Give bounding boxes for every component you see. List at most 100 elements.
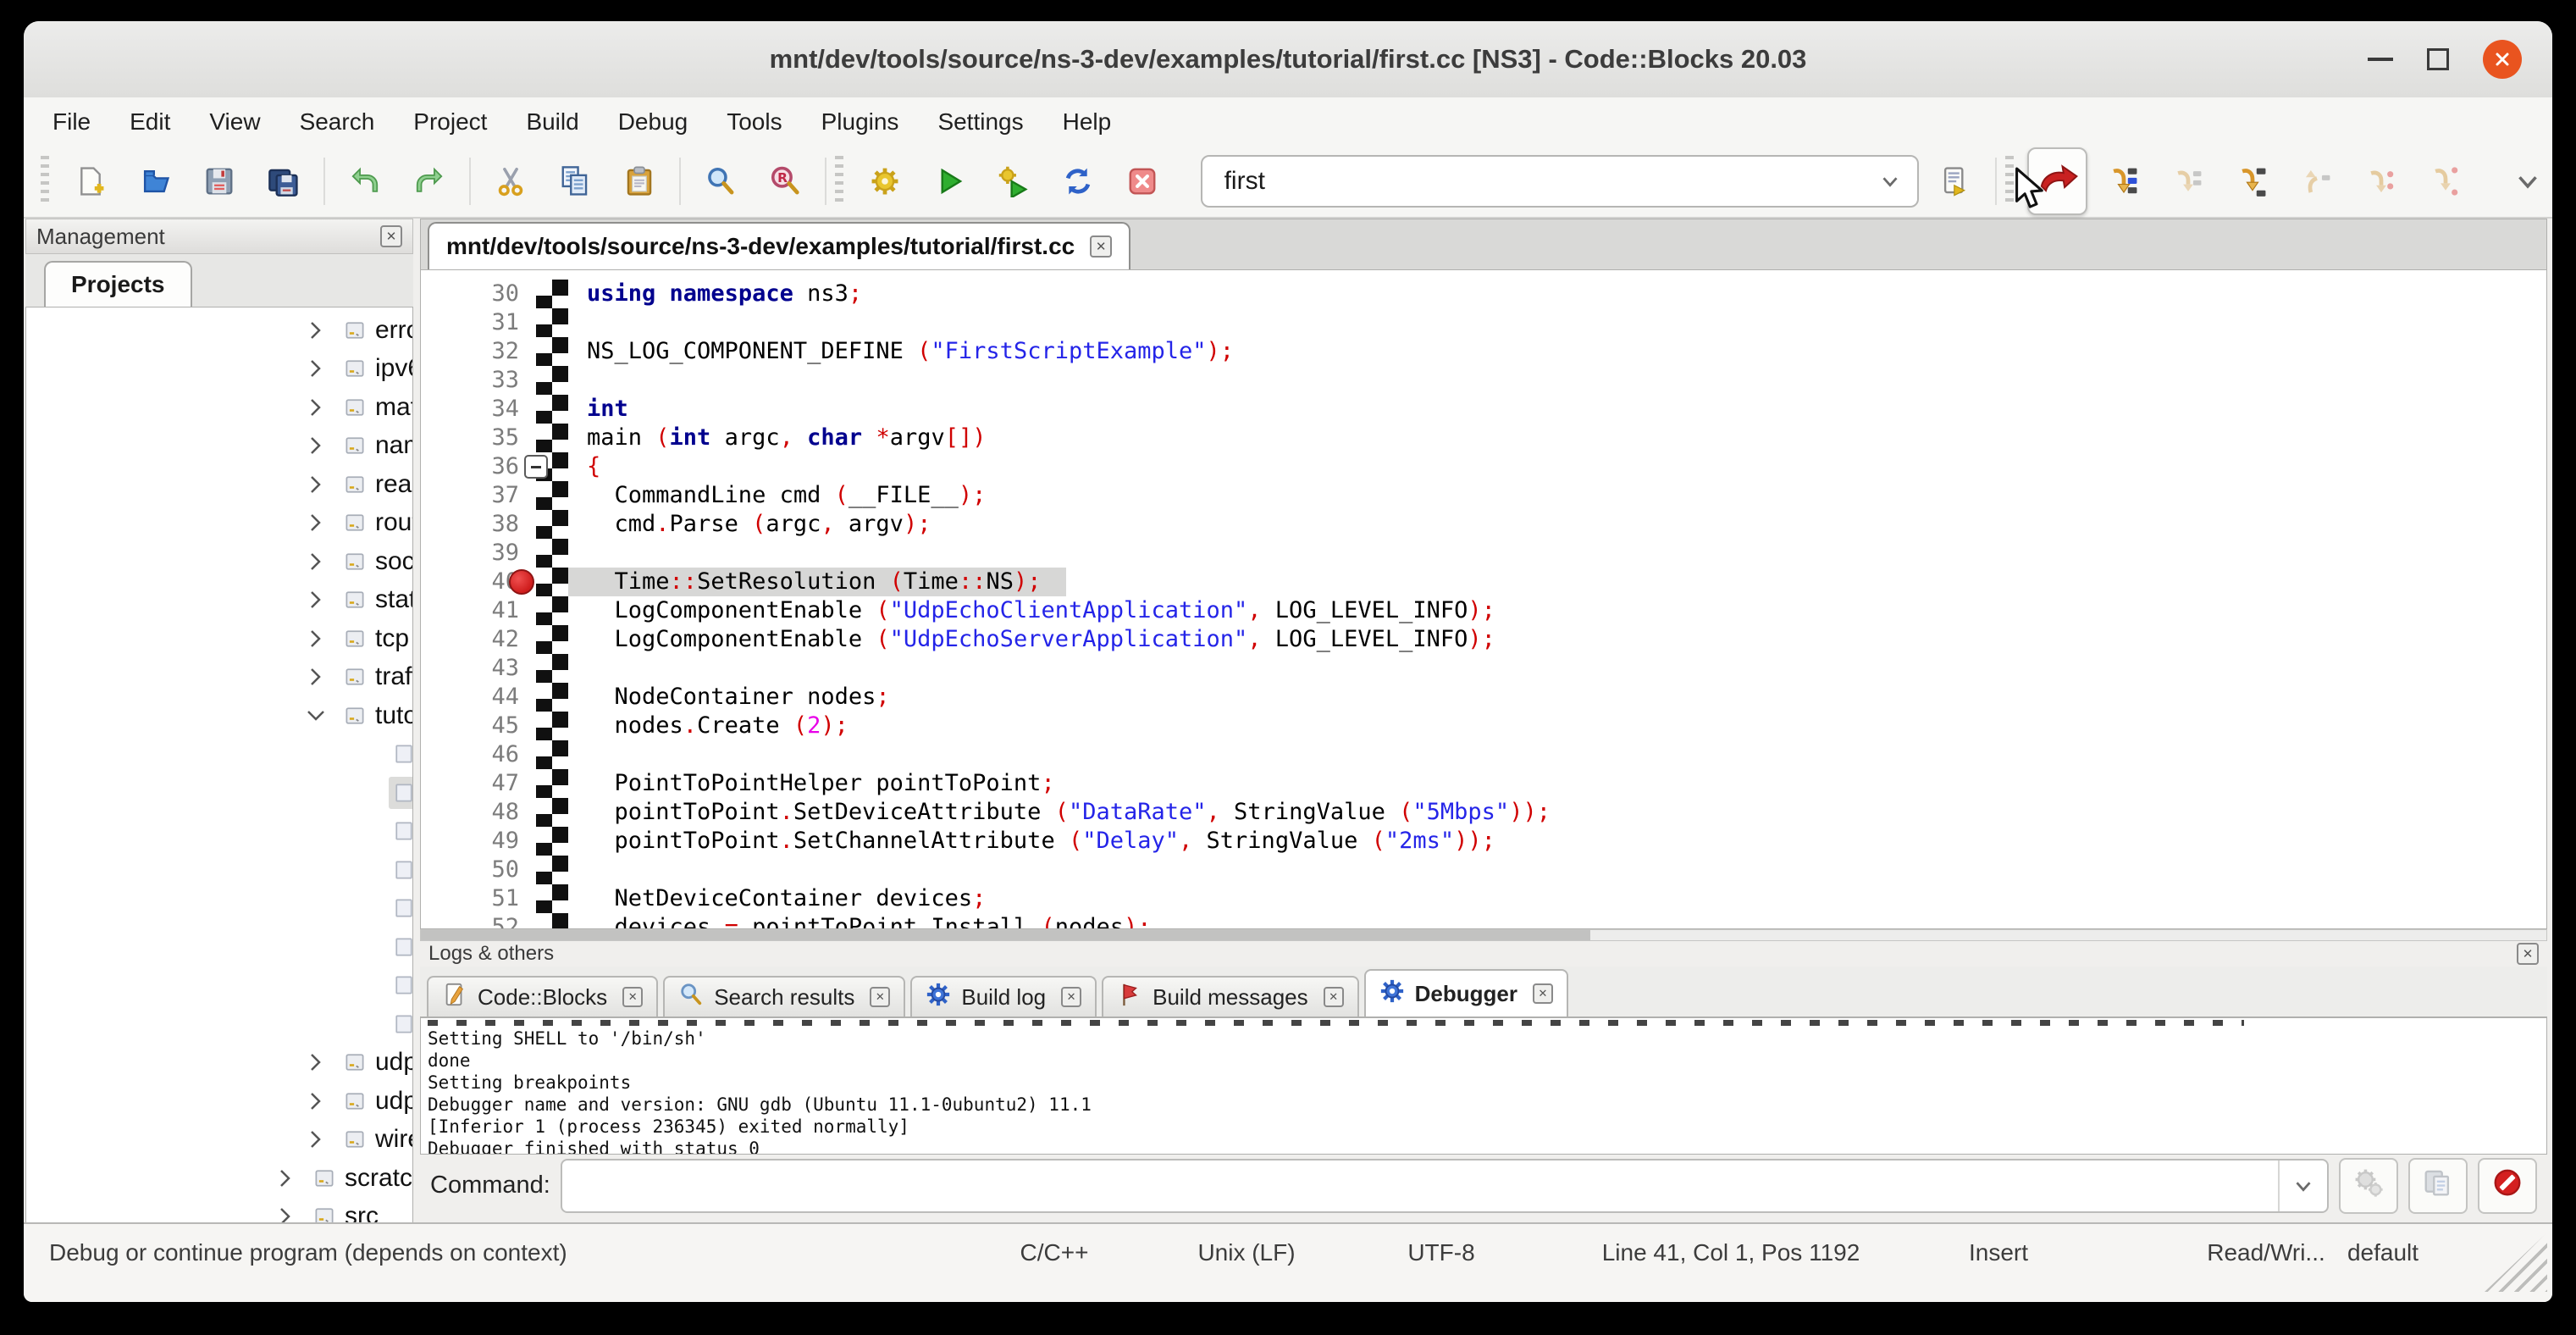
tree-item-mat[interactable]: mat (26, 388, 412, 427)
toolbar-overflow-chevron[interactable] (2504, 157, 2552, 206)
title-bar[interactable]: mnt/dev/tools/source/ns-3-dev/examples/t… (24, 21, 2552, 99)
chevron-right-icon[interactable] (304, 665, 328, 689)
chevron-right-icon[interactable] (304, 511, 328, 535)
chevron-right-icon[interactable] (304, 434, 328, 457)
tab-projects[interactable]: Projects (44, 261, 192, 307)
abort-icon[interactable] (1118, 157, 1167, 206)
close-button[interactable] (2483, 40, 2522, 79)
menu-search[interactable]: Search (300, 108, 375, 136)
chevron-right-icon[interactable] (304, 627, 328, 651)
tree-item-se[interactable]: se (26, 928, 412, 967)
tree-item-fir[interactable]: fir (26, 773, 412, 812)
menu-build[interactable]: Build (526, 108, 578, 136)
close-logs-icon[interactable]: ✕ (2517, 943, 2539, 965)
line-number[interactable]: 31 (421, 308, 536, 337)
chevron-down-icon[interactable] (1863, 169, 1917, 194)
menu-project[interactable]: Project (413, 108, 487, 136)
run-icon[interactable] (925, 157, 974, 206)
next-instruction-icon[interactable] (2357, 157, 2406, 206)
line-number[interactable]: 50 (421, 856, 536, 884)
tree-item-rout[interactable]: rout (26, 504, 412, 543)
fold-margin[interactable] (536, 827, 568, 856)
line-number[interactable]: 35 (421, 424, 536, 452)
redo-icon[interactable] (405, 157, 454, 206)
fold-margin[interactable] (536, 596, 568, 625)
close-tab-icon[interactable]: ✕ (870, 987, 890, 1007)
chevron-right-icon[interactable] (304, 550, 328, 573)
line-number[interactable]: 48 (421, 798, 536, 827)
project-tree[interactable]: erroipv6matnamreallroutsockstattcptrafft… (25, 307, 413, 1224)
fold-margin[interactable] (536, 740, 568, 769)
line-number[interactable]: 46 (421, 740, 536, 769)
tree-item-stat[interactable]: stat (26, 581, 412, 620)
menu-plugins[interactable]: Plugins (821, 108, 899, 136)
step-into-instruction-icon[interactable] (2421, 157, 2470, 206)
fold-margin[interactable] (536, 510, 568, 539)
chevron-right-icon[interactable] (304, 357, 328, 380)
save-all-icon[interactable] (259, 157, 308, 206)
menu-settings[interactable]: Settings (937, 108, 1023, 136)
fold-margin[interactable] (536, 798, 568, 827)
line-number[interactable]: 38 (421, 510, 536, 539)
copy-icon[interactable] (550, 157, 600, 206)
fold-margin[interactable] (536, 712, 568, 740)
chevron-right-icon[interactable] (274, 1205, 297, 1224)
chevron-right-icon[interactable] (304, 396, 328, 419)
line-number[interactable]: 47 (421, 769, 536, 798)
fold-margin[interactable] (536, 539, 568, 568)
fold-margin[interactable] (536, 683, 568, 712)
fold-margin[interactable] (536, 280, 568, 308)
chevron-right-icon[interactable] (304, 473, 328, 496)
line-number[interactable]: 33 (421, 366, 536, 395)
line-number[interactable]: 30 (421, 280, 536, 308)
save-icon[interactable] (195, 157, 244, 206)
open-file-icon[interactable] (130, 157, 180, 206)
logs-tab-build-messages[interactable]: Build messages✕ (1102, 976, 1359, 1016)
tree-item-fif[interactable]: fif (26, 735, 412, 774)
select-target-icon[interactable] (1931, 157, 1980, 206)
fold-margin[interactable] (536, 913, 568, 929)
close-tab-icon[interactable]: ✕ (1324, 987, 1344, 1007)
fold-margin[interactable] (536, 452, 568, 481)
tree-item-traff[interactable]: traff (26, 658, 412, 697)
cut-icon[interactable] (486, 157, 535, 206)
fold-margin[interactable] (536, 337, 568, 366)
menu-view[interactable]: View (209, 108, 260, 136)
find-icon[interactable] (696, 157, 745, 206)
find-in-files-icon[interactable]: R (760, 157, 810, 206)
tree-item-tcp[interactable]: tcp (26, 619, 412, 658)
fold-margin[interactable] (536, 884, 568, 913)
line-number[interactable]: 42 (421, 625, 536, 654)
chevron-right-icon[interactable] (304, 1050, 328, 1074)
editor-hscrollbar[interactable] (420, 929, 2547, 941)
line-number[interactable]: 39 (421, 539, 536, 568)
line-number[interactable]: 49 (421, 827, 536, 856)
build-target-select[interactable] (1201, 155, 1919, 208)
next-line-icon[interactable] (2164, 157, 2213, 206)
undo-icon[interactable] (340, 157, 390, 206)
fold-margin[interactable] (536, 308, 568, 337)
chevron-down-icon[interactable] (304, 704, 328, 728)
debugger-command-combo[interactable] (561, 1159, 2329, 1213)
logs-tab-search-results[interactable]: Search results✕ (663, 976, 905, 1016)
fold-margin[interactable] (536, 568, 568, 596)
stop-debugger-button[interactable] (2478, 1158, 2537, 1214)
maximize-button[interactable] (2427, 48, 2449, 70)
logs-tab-build-log[interactable]: Build log✕ (910, 976, 1097, 1016)
line-number[interactable]: 32 (421, 337, 536, 366)
fold-margin[interactable] (536, 769, 568, 798)
tree-item-erro[interactable]: erro (26, 311, 412, 350)
chevron-right-icon[interactable] (304, 319, 328, 342)
line-number[interactable]: 34 (421, 395, 536, 424)
build-and-run-icon[interactable] (989, 157, 1038, 206)
fold-margin[interactable] (536, 654, 568, 683)
copy-output-button[interactable] (2408, 1158, 2468, 1214)
build-target-value[interactable] (1202, 166, 1863, 197)
code-editor[interactable]: 30using namespace ns3;3132NS_LOG_COMPONE… (420, 269, 2547, 929)
fold-margin[interactable] (536, 366, 568, 395)
tree-item-nam[interactable]: nam (26, 427, 412, 466)
debugger-settings-button[interactable] (2339, 1158, 2398, 1214)
fold-margin[interactable] (536, 395, 568, 424)
chevron-right-icon[interactable] (304, 588, 328, 612)
debugger-output[interactable]: Setting SHELL to '/bin/sh'doneSetting br… (420, 1017, 2547, 1155)
